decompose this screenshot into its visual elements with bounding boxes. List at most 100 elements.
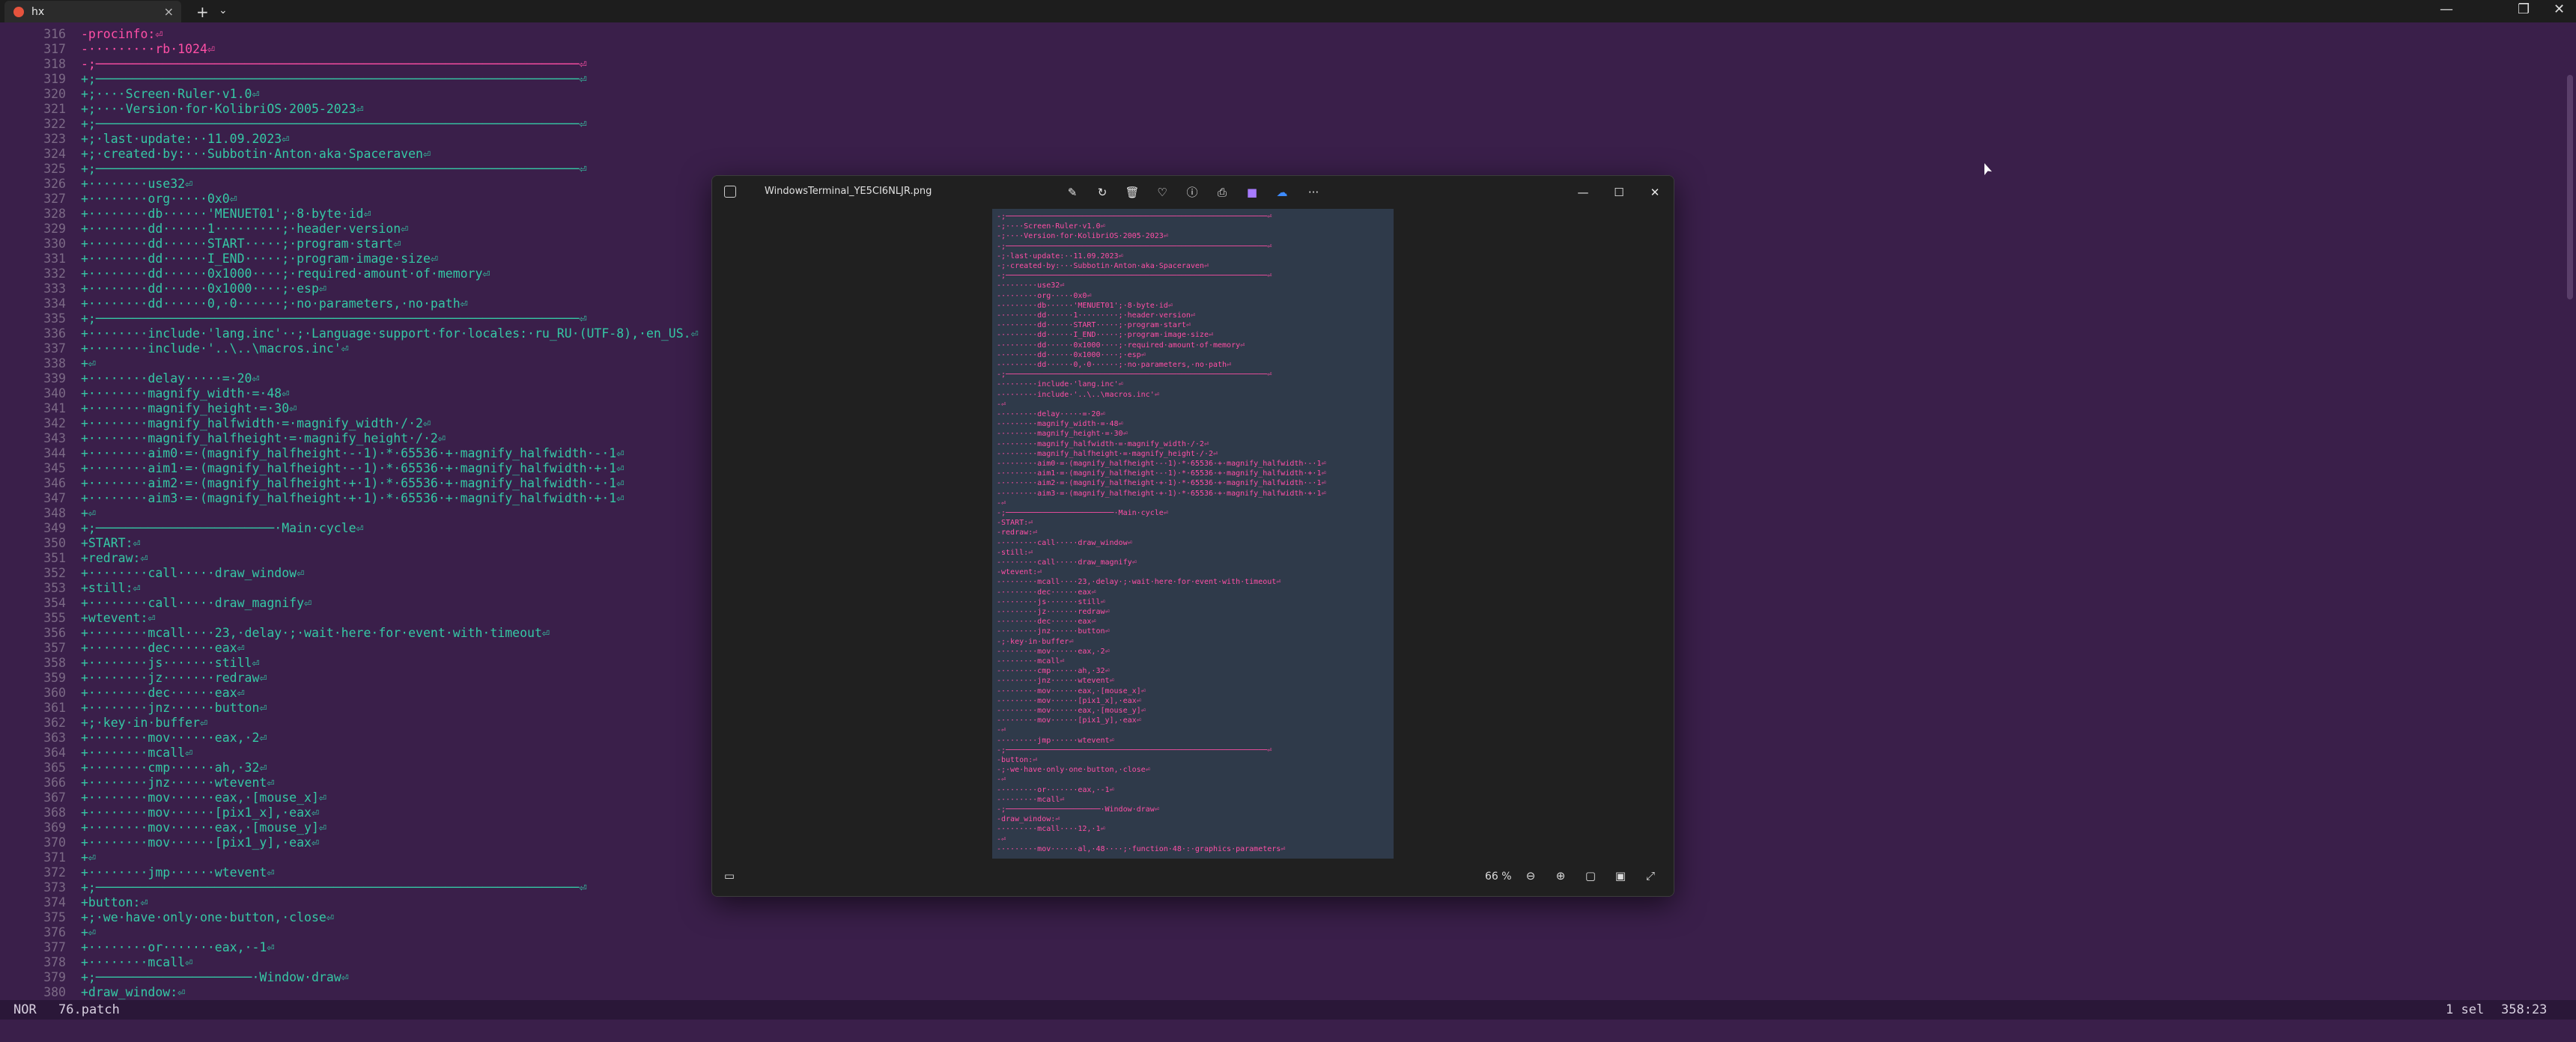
line-text: +········magnify_height·=·30⏎ bbox=[81, 401, 297, 415]
screenshot-line: -;────────────────────────·Main·cycle⏎ bbox=[997, 509, 1168, 517]
screenshot-line: -········magnify_width·=·48⏎ bbox=[997, 420, 1123, 429]
line-text: +draw_window:⏎ bbox=[81, 985, 186, 999]
line-number: 370 bbox=[43, 835, 66, 850]
tab-hx[interactable]: hx × bbox=[4, 1, 181, 22]
line-number: 328 bbox=[43, 207, 66, 221]
screenshot-line: -⏎ bbox=[997, 400, 1006, 409]
screenshot-line: -button:⏎ bbox=[997, 756, 1038, 764]
line-number: 338 bbox=[43, 356, 66, 371]
screenshot-line: -········db······'MENUET01';·8·byte·id⏎ bbox=[997, 301, 1173, 310]
line-number: 325 bbox=[43, 162, 66, 176]
favorite-icon[interactable]: ♡ bbox=[1154, 184, 1170, 201]
line-number: 321 bbox=[43, 102, 66, 116]
tab-close-icon[interactable]: × bbox=[164, 4, 174, 19]
screenshot-line: -········mcall····12,·1⏎ bbox=[997, 825, 1105, 834]
viewer-maximize-button[interactable]: ☐ bbox=[1611, 184, 1627, 201]
screenshot-line: -········mov······[pix1_x],·eax⏎ bbox=[997, 696, 1141, 705]
line-number: 355 bbox=[43, 611, 66, 625]
line-number: 345 bbox=[43, 461, 66, 475]
zoom-out-icon[interactable]: ⊖ bbox=[1522, 868, 1539, 884]
line-text: +redraw:⏎ bbox=[81, 551, 148, 565]
status-bar: NOR 76.patch 1 sel 358:23 bbox=[0, 1000, 2576, 1020]
line-number: 356 bbox=[43, 626, 66, 640]
fit-window-icon[interactable]: ▢ bbox=[1582, 868, 1599, 884]
screenshot-line: -········mov······eax,·[mouse_x]⏎ bbox=[997, 686, 1146, 695]
rotate-icon[interactable]: ↻ bbox=[1094, 184, 1111, 201]
line-number: 372 bbox=[43, 865, 66, 880]
screenshot-line: -START:⏎ bbox=[997, 519, 1033, 528]
new-tab-button[interactable]: + bbox=[196, 3, 209, 21]
line-number: 353 bbox=[43, 581, 66, 595]
line-number: 331 bbox=[43, 252, 66, 266]
filmstrip-icon[interactable]: ▭ bbox=[721, 868, 738, 884]
line-number: 359 bbox=[43, 671, 66, 685]
line-text: +;──────────────────────────────────────… bbox=[81, 880, 587, 895]
line-number: 334 bbox=[43, 296, 66, 311]
zoom-level[interactable]: 66 % bbox=[1485, 871, 1512, 883]
screenshot-line: -········aim2·=·(magnify_halfheight·+·1)… bbox=[997, 479, 1326, 488]
line-number: 366 bbox=[43, 776, 66, 790]
line-number: 324 bbox=[43, 147, 66, 161]
line-number: 371 bbox=[43, 850, 66, 865]
line-text: +wtevent:⏎ bbox=[81, 611, 156, 625]
line-number: 335 bbox=[43, 311, 66, 326]
line-text: +········dec······eax⏎ bbox=[81, 641, 245, 655]
viewer-close-button[interactable]: ✕ bbox=[1647, 184, 1663, 201]
line-number: 351 bbox=[43, 551, 66, 565]
screenshot-line: -········mcall⏎ bbox=[997, 657, 1065, 665]
line-text: +;····Screen·Ruler·v1.0⏎ bbox=[81, 87, 260, 101]
more-icon[interactable]: ··· bbox=[1305, 184, 1322, 201]
line-text: +START:⏎ bbox=[81, 536, 141, 550]
delete-icon[interactable]: 🗑 bbox=[1124, 184, 1140, 201]
actual-size-icon[interactable]: ▣ bbox=[1612, 868, 1629, 884]
fullscreen-icon[interactable]: ⤢ bbox=[1642, 868, 1659, 884]
print-icon[interactable]: ⎙ bbox=[1214, 184, 1230, 201]
line-number: 327 bbox=[43, 192, 66, 206]
line-number: 369 bbox=[43, 820, 66, 835]
line-text: +········mov······eax,·[mouse_y]⏎ bbox=[81, 820, 326, 835]
edit-icon[interactable]: ✎ bbox=[1064, 184, 1081, 201]
line-text: +········aim3·=·(magnify_halfheight·+·1)… bbox=[81, 491, 625, 505]
restore-button[interactable]: ❐ bbox=[2518, 1, 2530, 17]
line-text: -;──────────────────────────────────────… bbox=[81, 57, 587, 71]
line-text: +········aim2·=·(magnify_halfheight·+·1)… bbox=[81, 476, 625, 490]
line-text: +⏎ bbox=[81, 356, 96, 371]
line-text: +········use32⏎ bbox=[81, 177, 193, 191]
line-number: 348 bbox=[43, 506, 66, 520]
line-text: +;····Version·for·KolibriOS·2005-2023⏎ bbox=[81, 102, 364, 116]
close-button[interactable]: ✕ bbox=[2554, 1, 2565, 17]
line-number: 317 bbox=[43, 42, 66, 56]
line-text: +········jnz······wtevent⏎ bbox=[81, 776, 275, 790]
line-text: +········delay·····=·20⏎ bbox=[81, 371, 260, 386]
screenshot-line: -········include·'lang.inc'⏎ bbox=[997, 380, 1123, 389]
line-text: +········call·····draw_magnify⏎ bbox=[81, 596, 312, 610]
zoom-in-icon[interactable]: ⊕ bbox=[1552, 868, 1569, 884]
info-icon[interactable]: ⓘ bbox=[1184, 184, 1200, 201]
image-canvas[interactable]: -;──────────────────────────────────────… bbox=[712, 209, 1674, 859]
line-number: 323 bbox=[43, 132, 66, 146]
ubuntu-icon bbox=[13, 6, 24, 17]
terminal-tab-bar: hx × + ⌄ — ❐ ✕ bbox=[0, 0, 2576, 22]
viewer-titlebar: WindowsTerminal_YE5CI6NLJR.png ✎ ↻ 🗑 ♡ ⓘ… bbox=[712, 176, 1674, 209]
line-number: 319 bbox=[43, 72, 66, 86]
editor-scrollbar[interactable] bbox=[2567, 75, 2573, 299]
line-text: +;──────────────────────────────────────… bbox=[81, 162, 587, 176]
tab-dropdown-icon[interactable]: ⌄ bbox=[219, 4, 228, 16]
tab-title: hx bbox=[31, 5, 45, 18]
minimize-button[interactable]: — bbox=[2440, 1, 2453, 17]
screenshot-line: -draw_window:⏎ bbox=[997, 815, 1060, 824]
viewer-minimize-button[interactable]: — bbox=[1575, 184, 1591, 201]
line-number: 379 bbox=[43, 970, 66, 984]
onedrive-icon[interactable]: ☁ bbox=[1274, 184, 1290, 201]
line-number: 362 bbox=[43, 716, 66, 730]
line-number: 352 bbox=[43, 566, 66, 580]
line-text: +········call·····draw_window⏎ bbox=[81, 566, 305, 580]
designer-icon[interactable]: ■ bbox=[1244, 184, 1260, 201]
line-number: 320 bbox=[43, 87, 66, 101]
line-text: +⏎ bbox=[81, 506, 96, 520]
line-number: 377 bbox=[43, 940, 66, 954]
line-number: 375 bbox=[43, 910, 66, 924]
line-text: +········dd······I_END·····;·program·ima… bbox=[81, 252, 438, 266]
screenshot-line: -;─────────────────────·Window·draw⏎ bbox=[997, 805, 1159, 814]
screenshot-line: -;·last·update:··11.09.2023⏎ bbox=[997, 252, 1123, 260]
